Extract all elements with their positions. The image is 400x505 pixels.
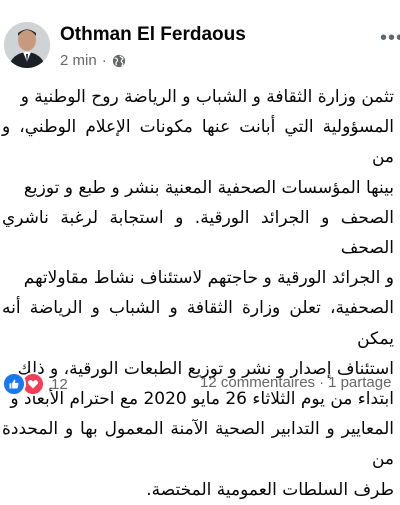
comments-link[interactable]: 12 commentaires — [200, 374, 315, 391]
post-footer: 12 12 commentaires · 1 partage — [0, 368, 400, 400]
post-line: المسؤولية التي أبانت عنها مكونات الإعلام… — [2, 117, 394, 168]
reaction-count: 12 — [51, 375, 68, 393]
meta-separator: · — [101, 52, 107, 69]
like-icon — [2, 372, 26, 396]
post-line: طرف السلطات العمومية المختصة. — [146, 479, 394, 500]
post-line: بينها المؤسسات الصحفية المعنية بنشر و طب… — [23, 177, 394, 198]
reactions-summary[interactable]: 12 — [2, 372, 68, 396]
post-line: المعايير و التدابير الصحية الآمنة المعمو… — [2, 419, 394, 470]
engagement-stats: 12 commentaires · 1 partage — [200, 374, 391, 391]
post-header: Othman El Ferdaous 2 min · ••• — [0, 0, 400, 78]
avatar-photo — [4, 22, 50, 68]
post-text: تثمن وزارة الثقافة و الشباب و الرياضة رو… — [2, 82, 394, 505]
post-meta: 2 min · — [60, 52, 126, 69]
post-line: الصحفية، تعلن وزارة الثقافة و الشباب و ا… — [2, 298, 394, 349]
post-line: الصحف و الجرائد الورقية. و استجابة لرغبة… — [2, 207, 394, 259]
post-line: تثمن وزارة الثقافة و الشباب و الرياضة رو… — [20, 87, 394, 107]
author-name[interactable]: Othman El Ferdaous — [60, 24, 246, 46]
shares-link[interactable]: 1 partage — [328, 374, 391, 391]
author-avatar[interactable] — [4, 22, 50, 68]
globe-icon — [112, 54, 126, 68]
more-horizontal-icon[interactable]: ••• — [380, 28, 400, 48]
stats-separator: · — [319, 374, 325, 391]
post-timestamp[interactable]: 2 min — [60, 52, 97, 69]
post-line: و الجرائد الورقية و حاجتهم لاستئناف نشاط… — [23, 268, 394, 289]
